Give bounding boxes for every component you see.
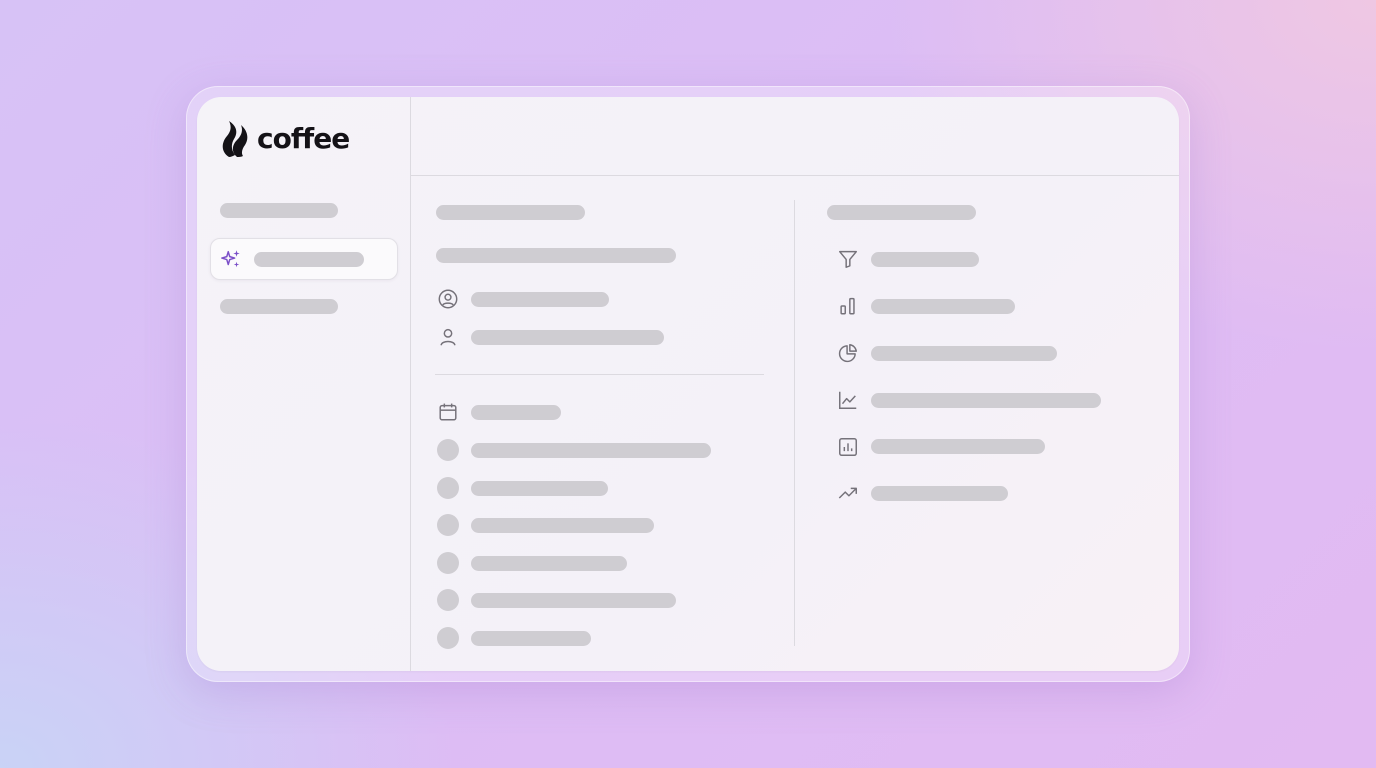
list-item-bar — [471, 631, 591, 646]
sidebar-item-ai[interactable] — [210, 238, 398, 280]
list-item-bar — [471, 405, 561, 420]
filter-icon — [839, 250, 857, 268]
analytics-item-bar — [871, 393, 1101, 408]
column-divider — [794, 200, 795, 646]
list-item-bar — [471, 593, 676, 608]
sidebar-item-3[interactable] — [220, 299, 338, 314]
bar-chart-icon — [840, 297, 855, 315]
sidebar: coffee — [197, 97, 411, 671]
app-name: coffee — [257, 122, 350, 155]
right-panel-title — [827, 205, 976, 220]
app-window: coffee — [197, 97, 1179, 671]
list-item-avatar — [437, 552, 459, 574]
list-item-bar — [471, 518, 654, 533]
list-item-avatar — [437, 477, 459, 499]
line-chart-icon — [839, 391, 857, 409]
list-item-bar — [471, 481, 608, 496]
analytics-item-bar — [871, 252, 979, 267]
left-panel-subtitle — [436, 248, 676, 263]
sidebar-item-ai-label — [254, 252, 364, 267]
section-divider — [435, 374, 764, 375]
list-item-bar — [471, 443, 711, 458]
sparkles-icon — [221, 250, 240, 268]
list-item-bar — [471, 292, 609, 307]
chart-box-icon — [839, 438, 857, 456]
analytics-item-bar — [871, 346, 1057, 361]
left-panel-title — [436, 205, 585, 220]
list-item-avatar — [437, 627, 459, 649]
logo: coffee — [219, 119, 350, 159]
analytics-item-bar — [871, 299, 1015, 314]
list-item-bar — [471, 556, 627, 571]
flame-logo-icon — [222, 121, 248, 157]
analytics-item-bar — [871, 439, 1045, 454]
user-circle-icon — [438, 289, 458, 309]
list-item-avatar — [437, 439, 459, 461]
analytics-item-bar — [871, 486, 1008, 501]
list-item-avatar — [437, 589, 459, 611]
list-item-avatar — [437, 514, 459, 536]
pie-chart-icon — [838, 344, 857, 363]
list-item-bar — [471, 330, 664, 345]
user-icon — [440, 328, 456, 346]
sidebar-item-1[interactable] — [220, 203, 338, 218]
header — [411, 97, 1179, 176]
calendar-icon — [439, 403, 457, 421]
trending-up-icon — [838, 487, 857, 499]
